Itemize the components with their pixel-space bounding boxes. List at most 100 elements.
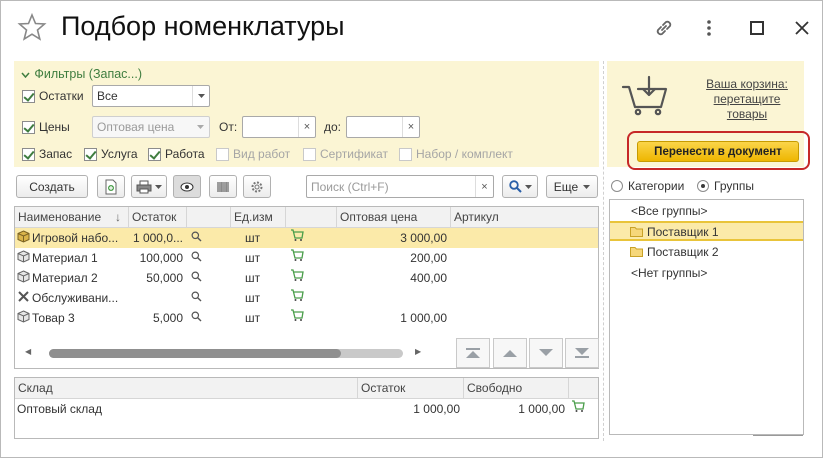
move-up-button[interactable] (493, 338, 527, 368)
categories-radio[interactable] (611, 180, 623, 192)
table-row[interactable]: Материал 1 100,000 шт 200,00 (15, 248, 598, 268)
ceny-checkbox[interactable] (22, 121, 35, 134)
filters-panel: Фильтры (Запас...) Остатки Все Цены Опто… (14, 61, 599, 167)
filters-toggle[interactable]: Фильтры (Запас...) (21, 67, 142, 81)
column-wh-stock[interactable]: Остаток (358, 378, 464, 399)
more-menu-icon[interactable] (696, 15, 722, 41)
product-name: Товар 3 (32, 311, 75, 325)
group-none[interactable]: <Нет группы> (631, 266, 707, 280)
settings-button[interactable] (243, 175, 271, 198)
table-row[interactable]: Оптовый склад 1 000,00 1 000,00 (15, 399, 598, 419)
price-type-select[interactable]: Оптовая цена (92, 116, 210, 138)
table-row[interactable]: Обслуживани... шт (15, 288, 598, 308)
eye-icon (180, 182, 194, 191)
toggle-view-button[interactable] (173, 175, 201, 198)
scroll-left-icon[interactable]: ◀ (25, 347, 35, 359)
add-to-cart-icon[interactable] (286, 228, 337, 248)
add-to-cart-icon[interactable] (286, 268, 337, 288)
price-to-input[interactable]: × (346, 116, 420, 138)
add-copy-button[interactable] (97, 175, 125, 198)
group-item[interactable]: Поставщик 2 (610, 242, 803, 262)
title-bar: Подбор номенклатуры (1, 1, 822, 57)
search-icon[interactable] (187, 268, 231, 288)
dropdown-arrow-icon[interactable] (192, 117, 209, 137)
column-price[interactable]: Оптовая цена (337, 207, 451, 228)
product-name: Игровой набо... (32, 231, 119, 245)
close-icon[interactable] (789, 15, 815, 41)
product-name: Обслуживани... (32, 291, 119, 305)
add-to-cart-icon[interactable] (286, 288, 337, 308)
horizontal-scrollbar-thumb[interactable] (49, 349, 341, 358)
star-icon[interactable] (17, 12, 47, 42)
ostatki-select[interactable]: Все (92, 85, 210, 107)
horizontal-scrollbar-track[interactable] (49, 349, 403, 358)
scroll-right-icon[interactable]: ▶ (415, 347, 425, 359)
folder-icon (630, 247, 643, 257)
search-icon[interactable] (187, 228, 231, 248)
group-all[interactable]: <Все группы> (631, 204, 708, 218)
cart-icon (621, 75, 668, 116)
add-to-cart-icon[interactable] (286, 308, 337, 328)
table-row[interactable]: Игровой набо... 1 000,0... шт 3 000,00 (15, 228, 598, 248)
groups-tree[interactable]: <Все группы> Поставщик 1 Поставщик 2 <Не… (609, 199, 804, 435)
link-icon[interactable] (651, 15, 677, 41)
warehouses-table[interactable]: Склад Остаток Свободно Оптовый склад 1 0… (14, 377, 599, 439)
more-button[interactable]: Еще (546, 175, 598, 198)
type-rabota-checkbox[interactable] (148, 148, 161, 161)
column-unit[interactable]: Ед.изм (231, 207, 286, 228)
column-warehouse[interactable]: Склад (15, 378, 358, 399)
ostatki-checkbox[interactable] (22, 90, 35, 103)
move-down-button[interactable] (529, 338, 563, 368)
type-usluga-checkbox[interactable] (84, 148, 97, 161)
resize-line (753, 435, 803, 436)
product-stock: 100,000 (139, 251, 183, 265)
move-first-button[interactable] (456, 338, 490, 368)
create-button[interactable]: Создать (16, 175, 88, 198)
maximize-icon[interactable] (744, 15, 770, 41)
type-sertifikat-label: Сертификат (320, 147, 388, 161)
type-sertifikat-checkbox[interactable] (303, 148, 316, 161)
column-wh-free[interactable]: Свободно (464, 378, 569, 399)
warehouse-name: Оптовый склад (17, 402, 102, 416)
dropdown-arrow-icon[interactable] (192, 86, 209, 106)
product-price: 3 000,00 (400, 231, 447, 245)
product-name: Материал 2 (32, 271, 98, 285)
column-stock[interactable]: Остаток (129, 207, 187, 228)
search-icon[interactable] (187, 288, 231, 308)
clear-icon[interactable]: × (402, 117, 419, 137)
product-article (451, 288, 598, 308)
add-to-cart-icon[interactable] (286, 248, 337, 268)
products-table-header: Наименование ↓ Остаток Ед.изм Оптовая цен… (15, 207, 598, 228)
column-article[interactable]: Артикул (451, 207, 598, 228)
column-blank-3 (569, 378, 598, 399)
table-row[interactable]: Товар 3 5,000 шт 1 000,00 (15, 308, 598, 328)
search-input[interactable]: Поиск (Ctrl+F) × (306, 175, 494, 198)
print-button[interactable] (131, 175, 167, 198)
column-name[interactable]: Наименование ↓ (15, 207, 129, 228)
groups-radio[interactable] (697, 180, 709, 192)
barcode-button[interactable] (209, 175, 237, 198)
move-bottom-icon (575, 348, 589, 358)
table-row[interactable]: Материал 2 50,000 шт 400,00 (15, 268, 598, 288)
add-to-cart-icon[interactable] (571, 399, 591, 419)
move-last-button[interactable] (565, 338, 599, 368)
clear-icon[interactable]: × (298, 117, 315, 137)
transfer-to-document-button[interactable]: Перенести в документ (637, 141, 799, 162)
barcode-icon (217, 181, 229, 192)
search-button[interactable] (502, 175, 538, 198)
printer-icon (136, 180, 152, 193)
type-vid-rabot-checkbox[interactable] (216, 148, 229, 161)
price-from-input[interactable]: × (242, 116, 316, 138)
clear-icon[interactable]: × (475, 176, 493, 197)
type-zapas-checkbox[interactable] (22, 148, 35, 161)
search-icon[interactable] (187, 308, 231, 328)
sort-arrow-icon: ↓ (115, 210, 121, 224)
type-nabor-checkbox[interactable] (399, 148, 412, 161)
folder-icon (630, 227, 643, 237)
warehouse-free: 1 000,00 (518, 402, 565, 416)
group-item-selected[interactable]: Поставщик 1 (610, 221, 803, 241)
type-nabor-label: Набор / комплект (416, 147, 513, 161)
warehouse-stock: 1 000,00 (413, 402, 460, 416)
product-name-cell: Товар 3 (17, 308, 129, 328)
search-icon[interactable] (187, 248, 231, 268)
